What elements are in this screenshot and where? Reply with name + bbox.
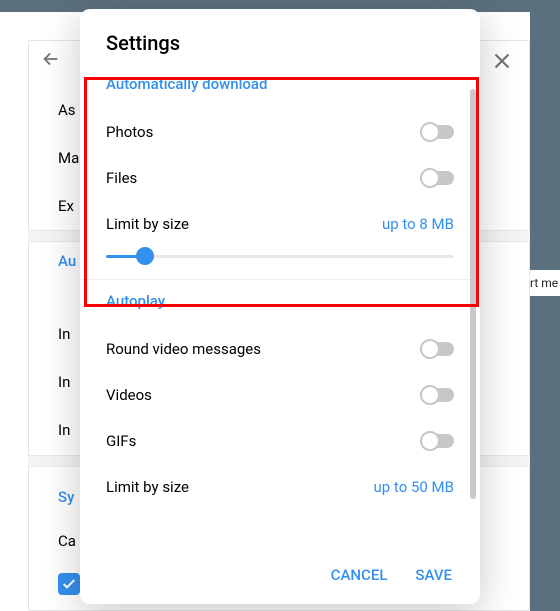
row-label: Limit by size — [106, 215, 382, 233]
row-label: Round video messages — [106, 340, 420, 358]
scrollbar[interactable] — [470, 89, 476, 499]
bg-item: As — [58, 86, 79, 134]
bg-right-button: rt me — [528, 270, 560, 296]
slider-thumb[interactable] — [136, 247, 154, 265]
row-limit-auto[interactable]: Limit by size up to 8 MB — [106, 201, 454, 247]
row-photos[interactable]: Photos — [106, 109, 454, 155]
bg-item: In — [58, 310, 70, 358]
bg-list: In In In — [58, 262, 70, 454]
bg-list: As Ma Ex — [58, 86, 79, 230]
check-icon — [61, 576, 77, 592]
row-round-video[interactable]: Round video messages — [106, 326, 454, 372]
row-limit-autoplay[interactable]: Limit by size up to 50 MB — [106, 464, 454, 510]
bg-section-head: Sy — [58, 488, 74, 506]
row-label: Limit by size — [106, 478, 374, 496]
row-videos[interactable]: Videos — [106, 372, 454, 418]
toggle-files[interactable] — [420, 171, 454, 185]
section-auto-download: Automatically download — [106, 75, 454, 93]
modal-footer: CANCEL SAVE — [80, 548, 480, 604]
row-label: GIFs — [106, 432, 420, 450]
cancel-button[interactable]: CANCEL — [331, 566, 388, 584]
close-icon — [489, 48, 515, 74]
modal-title: Settings — [80, 9, 480, 69]
bg-item: Ca — [58, 532, 76, 550]
back-arrow-icon — [40, 48, 62, 70]
bg-back-button[interactable] — [40, 48, 62, 70]
row-label: Photos — [106, 123, 420, 141]
bg-item: In — [58, 406, 70, 454]
row-value: up to 50 MB — [374, 478, 454, 496]
bg-close-button[interactable] — [489, 48, 515, 78]
save-button[interactable]: SAVE — [415, 566, 452, 584]
settings-modal: Settings Automatically download Photos F… — [80, 9, 480, 604]
section-autoplay: Autoplay — [106, 292, 454, 310]
bg-item: Ma — [58, 134, 79, 182]
toggle-round[interactable] — [420, 342, 454, 356]
row-value: up to 8 MB — [382, 215, 454, 233]
toggle-gifs[interactable] — [420, 434, 454, 448]
slider-auto-limit[interactable] — [106, 243, 454, 271]
bg-checkbox[interactable] — [58, 573, 80, 595]
row-label: Videos — [106, 386, 420, 404]
toggle-photos[interactable] — [420, 125, 454, 139]
row-label: Files — [106, 169, 420, 187]
row-files[interactable]: Files — [106, 155, 454, 201]
row-gifs[interactable]: GIFs — [106, 418, 454, 464]
toggle-videos[interactable] — [420, 388, 454, 402]
bg-item: In — [58, 358, 70, 406]
bg-item: Ex — [58, 182, 79, 230]
